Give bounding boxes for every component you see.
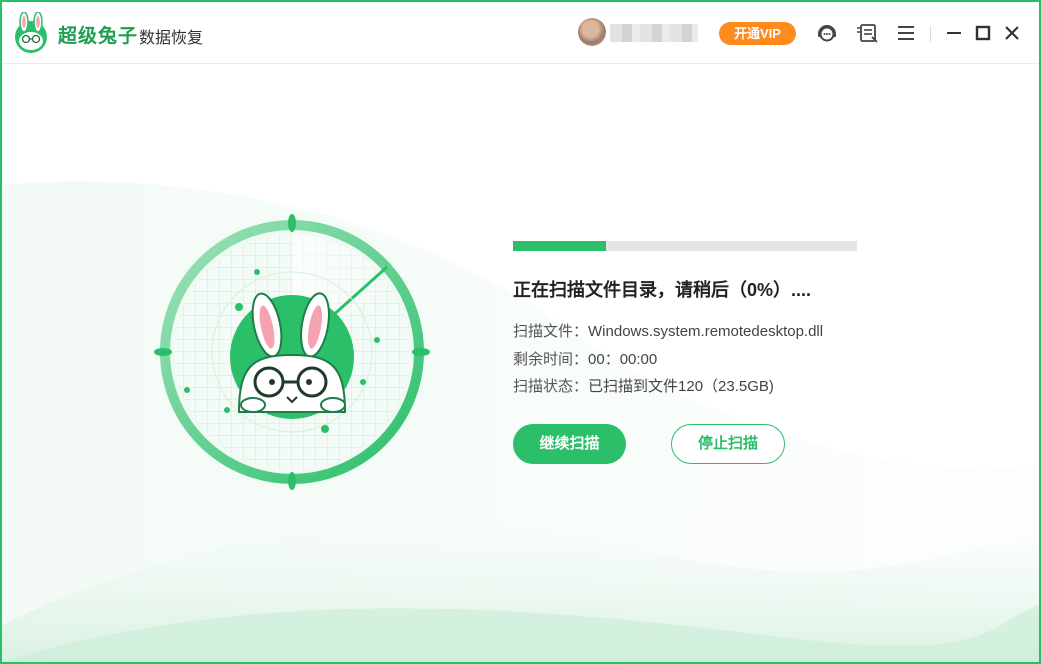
remaining-time-line: 剩余时间：00：00:00 xyxy=(513,348,657,369)
scan-progress-bar xyxy=(513,241,857,251)
scan-file-value: Windows.system.remotedesktop.dll xyxy=(588,323,824,340)
scan-state-line: 扫描状态：已扫描到文件120（23.5GB) xyxy=(513,375,774,396)
app-window: 超级兔子 数据恢复 开通VIP 正在扫描文件目录，请稍后（0%）.... 扫描文… xyxy=(0,0,1041,664)
menu-icon[interactable] xyxy=(894,21,918,45)
maximize-icon[interactable] xyxy=(971,21,995,45)
title-bar: 超级兔子 数据恢复 开通VIP xyxy=(2,2,1039,64)
stop-scan-button[interactable]: 停止扫描 xyxy=(671,424,785,464)
continue-scan-button[interactable]: 继续扫描 xyxy=(513,424,626,464)
scan-state-value: 已扫描到文件120（23.5GB) xyxy=(588,378,774,395)
feedback-icon[interactable] xyxy=(856,21,880,45)
remaining-time-label: 剩余时间： xyxy=(513,351,589,368)
rabbit-logo-icon xyxy=(15,12,47,53)
support-icon[interactable] xyxy=(815,21,839,45)
scan-file-label: 扫描文件： xyxy=(513,323,589,340)
scan-radar-illustration xyxy=(150,210,434,494)
brand-name: 超级兔子 xyxy=(58,25,139,47)
vip-button[interactable]: 开通VIP xyxy=(719,22,796,45)
scan-status-title: 正在扫描文件目录，请稍后（0%）.... xyxy=(513,280,812,300)
scan-progress-fill xyxy=(513,241,606,251)
close-icon[interactable] xyxy=(1000,21,1024,45)
username-blurred[interactable] xyxy=(610,24,698,42)
minimize-icon[interactable] xyxy=(942,21,966,45)
scan-state-label: 扫描状态： xyxy=(513,378,589,395)
titlebar-divider xyxy=(930,26,931,42)
remaining-time-value: 00：00:00 xyxy=(588,351,658,368)
brand-subtitle: 数据恢复 xyxy=(139,30,204,47)
scan-file-line: 扫描文件：Windows.system.remotedesktop.dll xyxy=(513,320,823,341)
user-avatar[interactable] xyxy=(578,18,606,46)
